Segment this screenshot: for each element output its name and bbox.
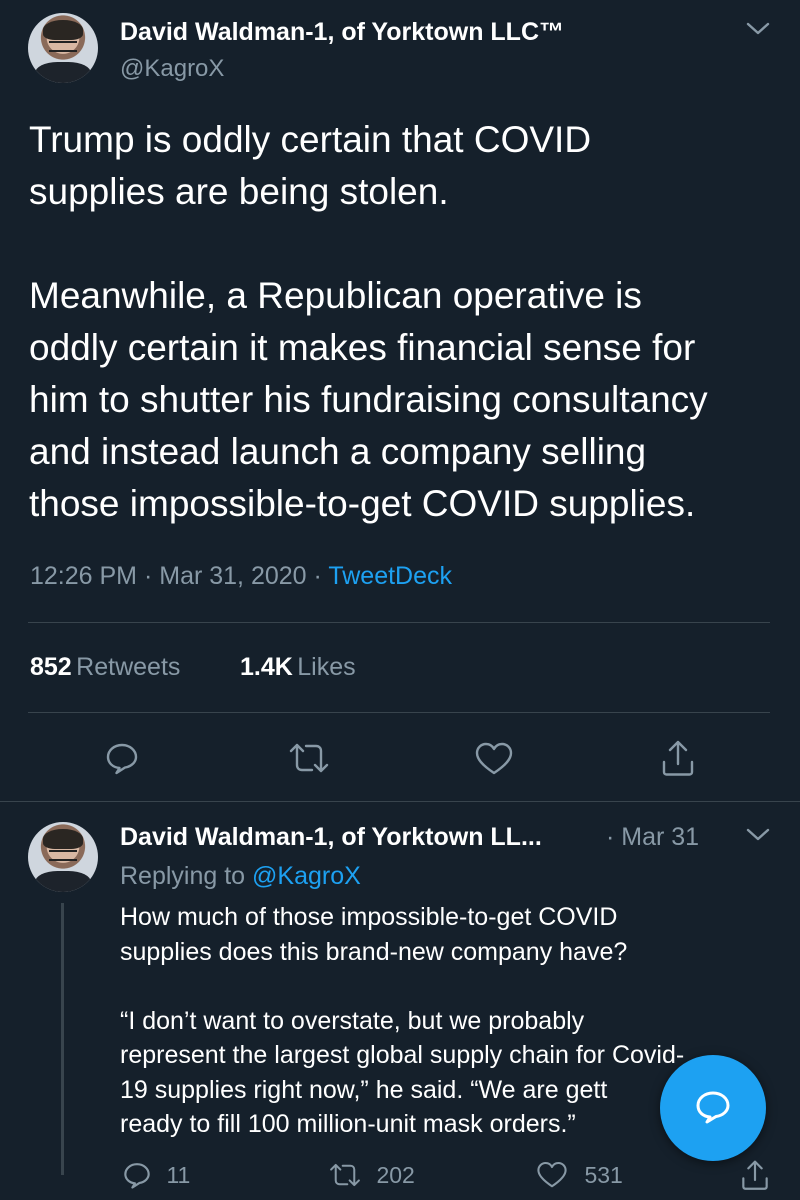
- reply-author-avatar[interactable]: [28, 822, 98, 892]
- heart-icon[interactable]: [474, 741, 514, 777]
- likes-count: 1.4K: [240, 653, 293, 681]
- reply-date[interactable]: Mar 31: [621, 823, 699, 851]
- replying-to-handle[interactable]: @KagroX: [252, 862, 361, 890]
- author-avatar[interactable]: [28, 13, 98, 83]
- tweet-time[interactable]: 12:26 PM: [30, 562, 137, 590]
- share-icon[interactable]: [740, 1158, 770, 1192]
- meta-separator: ·: [143, 562, 153, 590]
- divider: [0, 801, 800, 802]
- tweet-text: Trump is oddly certain that COVID suppli…: [29, 119, 708, 524]
- replying-to-label: Replying to: [120, 862, 246, 890]
- retweets-stat[interactable]: 852 Retweets: [30, 653, 180, 682]
- reply-icon: [124, 1163, 150, 1189]
- like-action[interactable]: 531: [536, 1160, 623, 1194]
- likes-stat[interactable]: 1.4K Likes: [240, 653, 356, 682]
- retweets-count: 852: [30, 653, 72, 681]
- replying-to: Replying to @KagroX: [120, 862, 361, 891]
- divider: [28, 622, 770, 623]
- reply-author-name[interactable]: David Waldman-1, of Yorktown LL...: [120, 823, 542, 852]
- retweet-icon: [330, 1163, 360, 1187]
- reply-count: 11: [166, 1161, 191, 1188]
- chevron-down-icon[interactable]: [745, 20, 771, 38]
- reply-action[interactable]: 11: [122, 1160, 190, 1194]
- compose-icon: [696, 1091, 730, 1124]
- like-count: 531: [584, 1161, 623, 1188]
- thread-line: [61, 903, 64, 1175]
- compose-button[interactable]: [660, 1055, 766, 1161]
- divider: [28, 712, 770, 713]
- tweet-date[interactable]: Mar 31, 2020: [159, 562, 306, 590]
- tweet-meta: 12:26 PM · Mar 31, 2020 · TweetDeck: [30, 562, 452, 591]
- chevron-down-icon[interactable]: [745, 826, 771, 844]
- retweets-label: Retweets: [76, 653, 181, 681]
- likes-label: Likes: [297, 653, 356, 681]
- retweet-count: 202: [376, 1161, 415, 1188]
- retweet-icon[interactable]: [287, 740, 331, 776]
- tweet-source-link[interactable]: TweetDeck: [328, 562, 452, 590]
- heart-icon: [537, 1161, 567, 1188]
- meta-separator: ·: [313, 562, 322, 590]
- reply-icon[interactable]: [104, 740, 140, 776]
- author-handle[interactable]: @KagroX: [120, 55, 224, 83]
- share-icon[interactable]: [660, 738, 696, 778]
- retweet-action[interactable]: 202: [328, 1160, 415, 1194]
- meta-separator: ·: [606, 823, 615, 851]
- reply-date-wrap: · Mar 31: [606, 823, 699, 852]
- author-name[interactable]: David Waldman-1, of Yorktown LLC™: [120, 18, 564, 47]
